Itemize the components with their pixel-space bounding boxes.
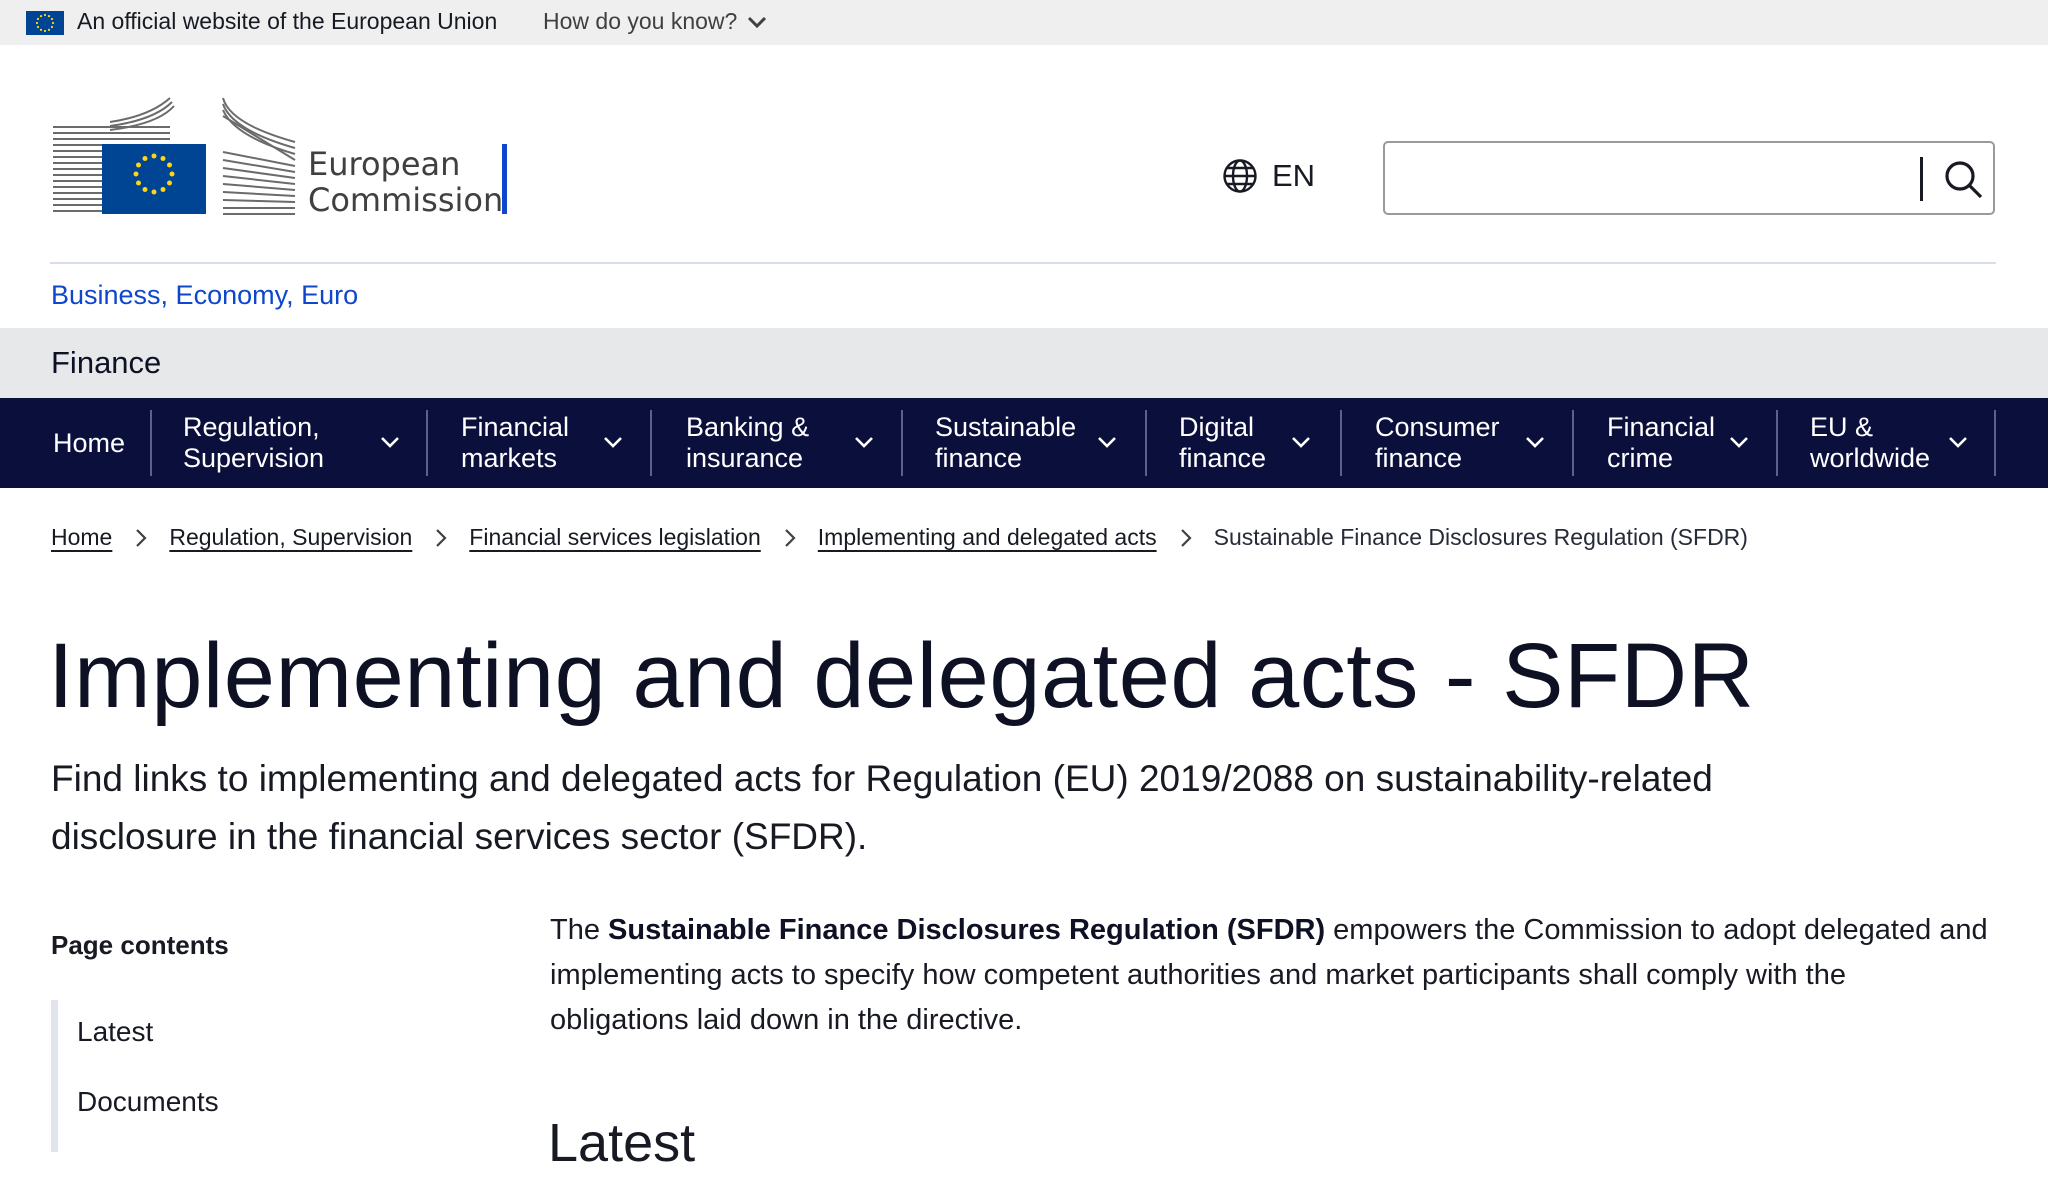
- chevron-right-icon: [136, 528, 147, 547]
- nav-label-line2: finance: [935, 443, 1023, 473]
- nav-financial-markets[interactable]: Financial markets: [461, 398, 626, 488]
- nav-separator: [426, 410, 428, 476]
- breadcrumb-current: Sustainable Finance Disclosures Regulati…: [1213, 524, 1748, 550]
- chevron-down-icon: [1949, 437, 1967, 448]
- intro-paragraph: The Sustainable Finance Disclosures Regu…: [550, 908, 1990, 1043]
- breadcrumb: Home Regulation, Supervision Financial s…: [51, 524, 1748, 551]
- how-do-you-know-toggle[interactable]: How do you know?: [543, 8, 767, 35]
- chevron-down-icon: [1730, 437, 1748, 448]
- nav-label-line2: finance: [1179, 443, 1267, 473]
- eu-official-text: An official website of the European Unio…: [77, 8, 498, 34]
- eu-official-bar: An official website of the European Unio…: [0, 0, 2048, 45]
- nav-label-line1: Sustainable: [935, 412, 1077, 442]
- nav-label-line1: Financial: [461, 412, 570, 442]
- nav-label-line2: Supervision: [183, 443, 325, 473]
- language-selector[interactable]: EN: [1222, 158, 1315, 194]
- nav-label-line2: finance: [1375, 443, 1463, 473]
- nav-label-line1: Regulation,: [183, 412, 320, 442]
- nav-label-line2: worldwide: [1810, 443, 1931, 473]
- nav-label-line1: Financial: [1607, 412, 1716, 442]
- nav-separator: [150, 410, 152, 476]
- nav-label-line2: crime: [1607, 443, 1673, 473]
- breadcrumb-link-regulation[interactable]: Regulation, Supervision: [169, 524, 412, 551]
- breadcrumb-link-legislation[interactable]: Financial services legislation: [469, 524, 760, 551]
- chevron-down-icon: [381, 437, 399, 448]
- nav-separator: [1776, 410, 1778, 476]
- nav-label-line1: Banking &: [686, 412, 810, 442]
- logo-text-commission: Commission: [308, 181, 504, 219]
- chevron-down-icon: [748, 16, 767, 28]
- chevron-right-icon: [784, 528, 796, 547]
- search-icon[interactable]: [1941, 157, 1985, 201]
- breadcrumb-link-acts[interactable]: Implementing and delegated acts: [818, 524, 1157, 551]
- nav-financial-crime[interactable]: Financial crime: [1607, 398, 1757, 488]
- section-band: Finance: [0, 328, 2048, 398]
- page-contents-title: Page contents: [51, 930, 229, 960]
- nav-label-line1: Digital: [1179, 412, 1255, 442]
- search-input[interactable]: [1395, 153, 1959, 205]
- nav-label-line1: Consumer: [1375, 412, 1500, 442]
- nav-separator: [1145, 410, 1147, 476]
- chevron-down-icon: [855, 437, 873, 448]
- intro-prefix: The: [550, 914, 609, 946]
- site-name-link[interactable]: Business, Economy, Euro: [51, 280, 358, 311]
- nav-label-line1: EU &: [1810, 412, 1874, 442]
- page-title: Implementing and delegated acts - SFDR: [48, 625, 1755, 727]
- nav-digital-finance[interactable]: Digital finance: [1179, 398, 1329, 488]
- main-navigation: Home Regulation, Supervision Financial mar…: [0, 398, 2048, 488]
- chevron-right-icon: [1180, 528, 1192, 547]
- nav-separator: [650, 410, 652, 476]
- toc-item-documents[interactable]: Documents: [77, 1086, 219, 1118]
- nav-banking-insurance[interactable]: Banking & insurance: [686, 398, 876, 488]
- intro-bold-sfdr: Sustainable Finance Disclosures Regulati…: [608, 914, 1326, 946]
- nav-eu-worldwide[interactable]: EU & worldwide: [1810, 398, 1990, 488]
- nav-sustainable-finance[interactable]: Sustainable finance: [935, 398, 1125, 488]
- nav-label-line2: markets: [461, 443, 558, 473]
- section-title[interactable]: Finance: [51, 345, 161, 381]
- language-code: EN: [1272, 158, 1316, 193]
- toc-item-latest[interactable]: Latest: [77, 1016, 153, 1048]
- nav-regulation-supervision[interactable]: Regulation, Supervision: [183, 398, 403, 488]
- search-form: [1383, 141, 1995, 215]
- eu-flag-icon: [26, 11, 64, 35]
- nav-consumer-finance[interactable]: Consumer finance: [1375, 398, 1555, 488]
- nav-label-line2: insurance: [686, 443, 804, 473]
- nav-separator: [901, 410, 903, 476]
- nav-separator: [1340, 410, 1342, 476]
- logo-text-european: European: [308, 145, 461, 183]
- header-divider: [50, 262, 1996, 264]
- nav-home[interactable]: Home: [53, 398, 125, 488]
- european-commission-logo[interactable]: European Commission: [50, 94, 520, 220]
- latest-heading: Latest: [548, 1113, 696, 1173]
- globe-icon: [1223, 159, 1257, 193]
- nav-home-label: Home: [53, 427, 126, 458]
- nav-separator: [1572, 410, 1574, 476]
- page-contents-rail: [51, 1000, 58, 1152]
- chevron-right-icon: [436, 528, 447, 547]
- nav-separator: [1994, 410, 1996, 476]
- how-do-you-know-label: How do you know?: [543, 8, 738, 34]
- chevron-down-icon: [1526, 437, 1544, 448]
- breadcrumb-link-home[interactable]: Home: [51, 524, 112, 551]
- chevron-down-icon: [1292, 437, 1310, 448]
- page-intro: Find links to implementing and delegated…: [51, 758, 1713, 857]
- search-divider: [1920, 157, 1923, 201]
- chevron-down-icon: [1098, 437, 1116, 448]
- chevron-down-icon: [604, 437, 622, 448]
